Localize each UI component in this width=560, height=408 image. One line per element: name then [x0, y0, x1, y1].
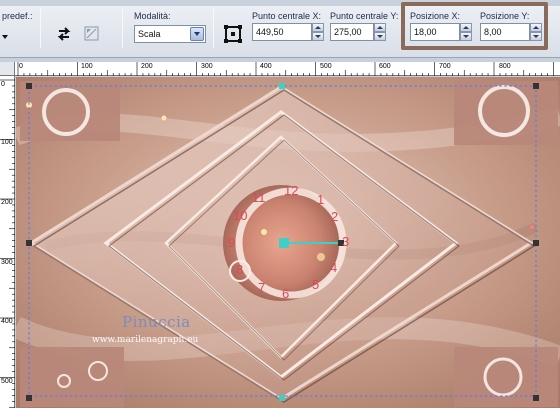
clock-numeral: 5 [312, 277, 320, 292]
toolbar-separator [40, 8, 41, 48]
horizontal-ruler-ticks [17, 62, 554, 76]
center-x-value: 449,50 [256, 27, 284, 37]
center-x-label: Punto centrale X: [252, 11, 322, 21]
position-fields-highlight [401, 2, 548, 50]
ruler-label: 100 [1, 139, 13, 146]
center-y-label: Punto centrale Y: [330, 11, 399, 21]
clock-numeral: 3 [342, 234, 350, 249]
chevron-down-icon [190, 27, 204, 41]
toolbar-separator [213, 8, 214, 48]
clock-numeral: 8 [236, 262, 244, 277]
ruler-label: 200 [1, 199, 13, 206]
center-y-value: 275,00 [334, 27, 362, 37]
tool-options-toolbar: predef.: Modalità: Scala Punto centrale … [0, 0, 560, 58]
center-x-input[interactable]: 449,50 [252, 23, 312, 41]
chevron-down-icon [2, 35, 8, 39]
reset-rotation-button[interactable] [52, 22, 74, 44]
ruler-label: 0 [1, 81, 5, 88]
clock-numeral: 7 [258, 280, 266, 295]
center-point-button[interactable] [222, 23, 244, 45]
ruler-label: 100 [81, 63, 93, 70]
ruler-label: 400 [260, 63, 272, 70]
horizontal-ruler[interactable]: 0 100 200 300 400 500 600 700 800 [15, 62, 560, 76]
clock-numeral: 11 [252, 190, 266, 205]
ruler-label: 300 [1, 259, 13, 266]
center-point-icon [224, 25, 242, 43]
ruler-label: 800 [499, 63, 511, 70]
ruler-label: 600 [379, 63, 391, 70]
rotate-icon [57, 27, 71, 41]
ruler-label: 0 [19, 63, 23, 70]
ruler-label: 400 [1, 318, 13, 325]
preset-label: predef.: [2, 11, 33, 21]
artwork [16, 77, 560, 408]
clock-numeral: 9 [228, 235, 236, 250]
ruler-label: 500 [320, 63, 332, 70]
mode-select-value: Scala [138, 29, 161, 39]
clock-numeral: 4 [330, 260, 338, 275]
mode-select[interactable]: Scala [134, 25, 206, 43]
ruler-corner [0, 62, 15, 76]
vertical-ruler[interactable]: 0 100 200 300 400 500 [0, 76, 15, 408]
vertical-ruler-ticks [0, 79, 15, 408]
mode-label: Modalità: [134, 11, 171, 21]
center-y-spinner[interactable] [374, 23, 386, 41]
clock-numeral: 10 [233, 208, 248, 223]
preset-dropdown[interactable] [2, 27, 9, 39]
ruler-label: 500 [1, 378, 13, 385]
ruler-label: 300 [201, 63, 213, 70]
clock-numeral: 2 [331, 209, 339, 224]
clock-numeral: 12 [284, 183, 299, 198]
image-canvas[interactable]: 12 1 2 3 4 5 6 7 8 9 10 11 Pinuccia www.… [16, 77, 560, 408]
center-x-spinner[interactable] [312, 23, 324, 41]
ruler-label: 700 [439, 63, 451, 70]
watermark-name: Pinuccia [122, 313, 191, 331]
ruler-label: 200 [141, 63, 153, 70]
clock-numeral: 6 [282, 286, 290, 301]
watermark-url: www.marilenagraph.eu [92, 335, 199, 345]
flip-button[interactable] [80, 22, 102, 44]
clock-numeral: 1 [317, 192, 325, 207]
flip-icon [84, 26, 99, 41]
center-y-input[interactable]: 275,00 [330, 23, 374, 41]
toolbar-separator [122, 8, 123, 48]
